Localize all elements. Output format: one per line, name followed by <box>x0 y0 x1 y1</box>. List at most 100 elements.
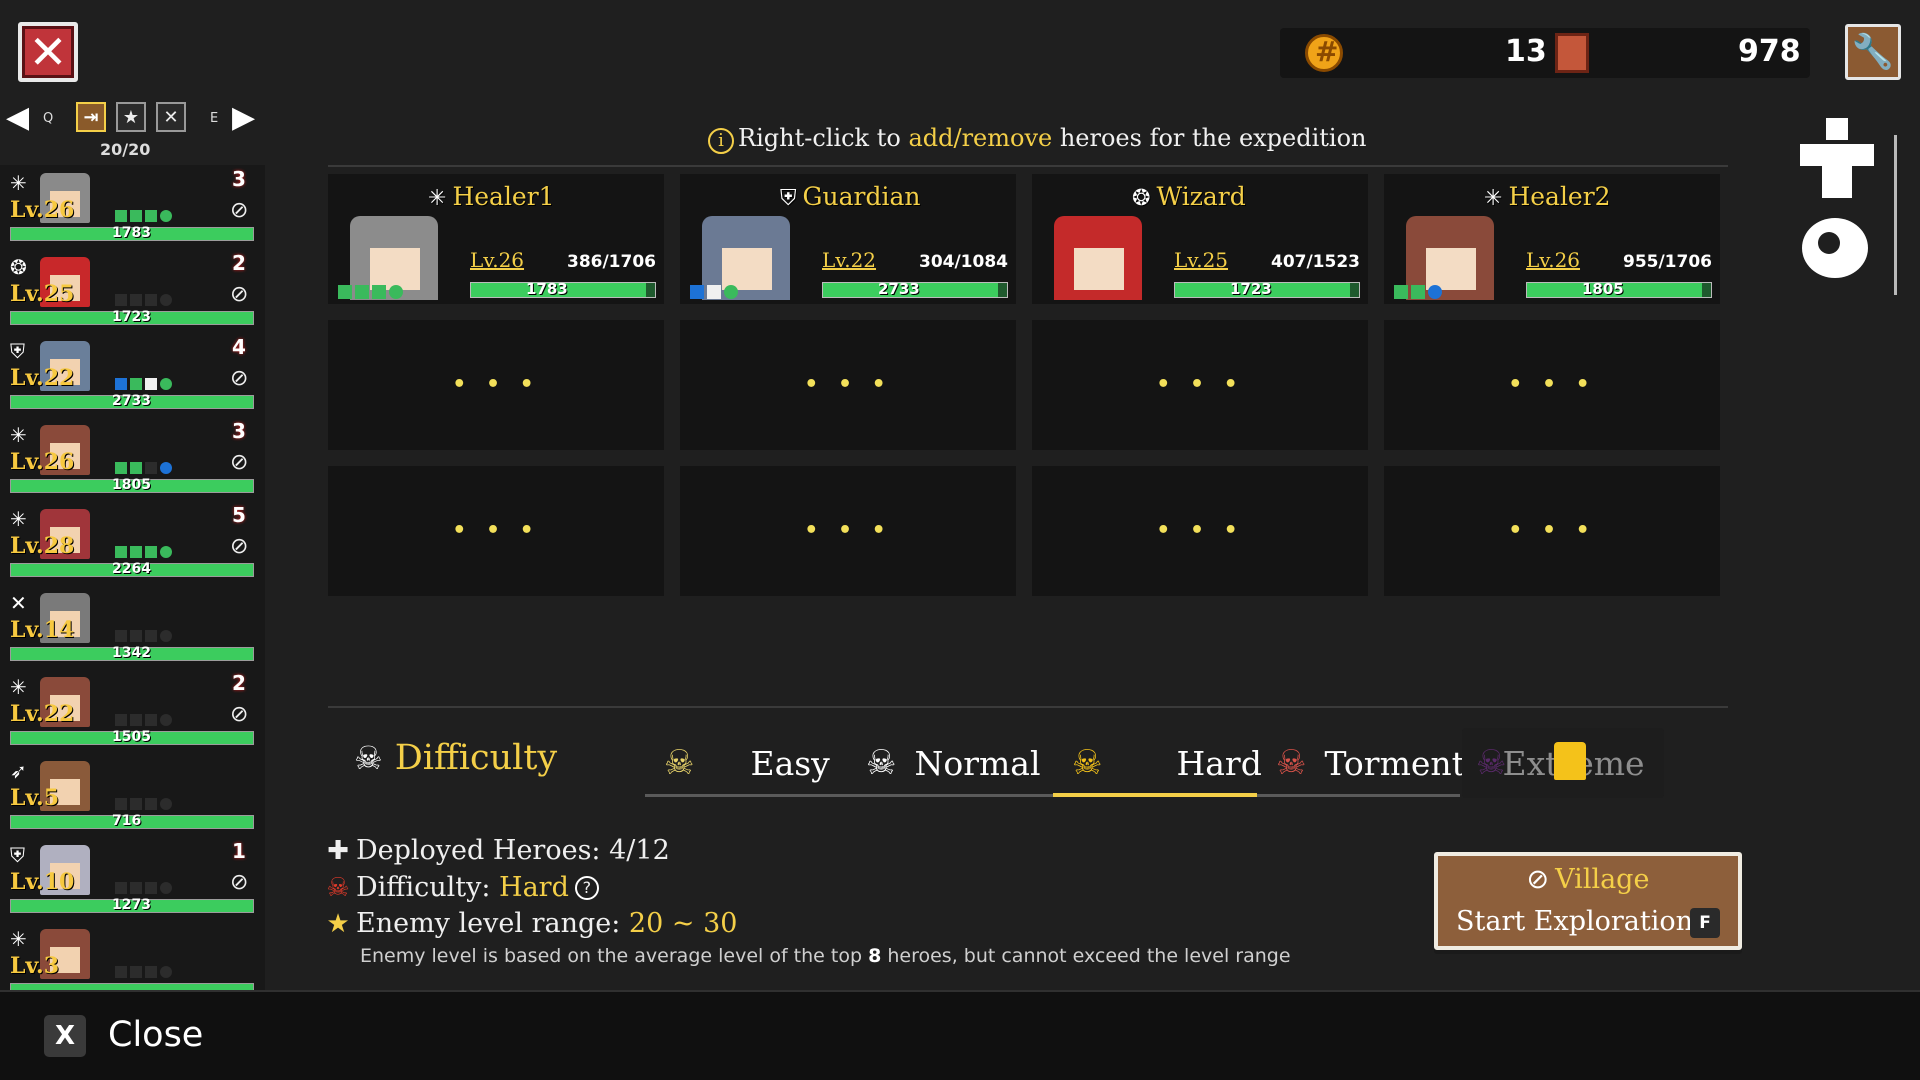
hero-level: Lv.26 <box>1526 248 1581 272</box>
empty-party-slot[interactable]: • • • <box>1384 466 1720 596</box>
info-icon: i <box>708 128 734 154</box>
tab-normal[interactable]: ☠ Normal <box>852 728 1055 798</box>
skill-pip <box>145 882 157 894</box>
hero-level: Lv.26 <box>470 248 525 272</box>
compass-icon: ⊘ <box>230 282 249 307</box>
hero-roster-list[interactable]: ✳ Lv.26 3 ⊘ 1783 ❂ Lv.25 2 ⊘ 1723 ⛨ Lv.2… <box>0 165 265 990</box>
empty-slot-dots: • • • <box>804 372 892 397</box>
tab-extreme[interactable]: ☠Extreme <box>1462 728 1664 798</box>
roster-row[interactable]: ✳ Lv.26 3 ⊘ 1783 <box>0 165 265 249</box>
skill-pip <box>130 378 142 390</box>
class-icon: ⛨ <box>780 186 797 211</box>
x-icon: ✕ <box>163 106 179 128</box>
skill-pips <box>115 459 175 478</box>
empty-party-slot[interactable]: • • • <box>328 320 664 450</box>
skill-pip <box>115 714 127 726</box>
roster-row[interactable]: ✳ Lv.28 5 ⊘ 2264 <box>0 501 265 585</box>
tab-hard[interactable]: ☠ Hard <box>1058 728 1276 798</box>
filter-favorite-button[interactable]: ★ <box>116 102 146 132</box>
prev-page-arrow-icon[interactable]: ◀ <box>6 100 29 135</box>
party-slot-healer1[interactable]: ✳ Healer1 Lv.26 386/1706 1783 <box>328 174 664 304</box>
sort-icon: ⇥ <box>83 106 99 128</box>
compass-icon: ⊘ <box>1526 864 1550 895</box>
hero-max-hp: 1723 <box>1230 280 1272 298</box>
skill-pips <box>338 284 406 303</box>
skill-pip <box>130 798 142 810</box>
roster-count: 20/20 <box>100 140 151 159</box>
skill-pip <box>1411 285 1425 299</box>
skill-pip <box>145 294 157 306</box>
close-label[interactable]: Close <box>108 1015 203 1055</box>
healer-icon: ✳ <box>10 171 27 195</box>
world-map-icon[interactable] <box>1802 218 1868 278</box>
skill-pip <box>115 210 127 222</box>
skill-pip <box>355 285 369 299</box>
skill-pip <box>115 798 127 810</box>
empty-party-slot[interactable]: • • • <box>680 466 1016 596</box>
healer-icon: ✳ <box>10 507 27 531</box>
expedition-hint: i Right-click to add/remove heroes for th… <box>708 124 1367 154</box>
close-key-hint[interactable]: X <box>44 1015 86 1057</box>
close-window-button[interactable]: ✕ <box>18 22 78 82</box>
skill-pip <box>160 378 172 390</box>
healer-icon: ✳ <box>10 423 27 447</box>
hero-level: Lv.22 <box>10 701 75 727</box>
hero-hp: 716 <box>112 813 142 829</box>
hero-level: Lv.22 <box>10 365 75 391</box>
compass-icon: ⊘ <box>230 702 249 727</box>
roster-row[interactable]: ❂ Lv.25 2 ⊘ 1723 <box>0 249 265 333</box>
class-icon: ✳ <box>1484 186 1503 211</box>
hero-badge: 4 <box>232 335 246 359</box>
roster-row[interactable]: ✕ Lv.14 1342 <box>0 585 265 669</box>
empty-slot-dots: • • • <box>804 518 892 543</box>
enemy-level-line: ★ Enemy level range: 20 ~ 30 <box>324 908 737 939</box>
hero-name: ❂ Wizard <box>1132 182 1246 211</box>
empty-party-slot[interactable]: • • • <box>1032 466 1368 596</box>
roster-row[interactable]: ✳ Lv.22 2 ⊘ 1505 <box>0 669 265 753</box>
compass-icon: ⊘ <box>230 366 249 391</box>
difficulty-line: ☠ Difficulty: Hard? <box>324 872 599 903</box>
coin-icon <box>1305 34 1343 72</box>
skill-pips <box>115 795 175 814</box>
skill-pip <box>160 462 172 474</box>
skill-pips <box>115 291 175 310</box>
roster-row[interactable]: ⛨ Lv.10 1 ⊘ 1273 <box>0 837 265 921</box>
hero-portrait <box>1054 216 1142 300</box>
party-slot-healer2[interactable]: ✳ Healer2 Lv.26 955/1706 1805 <box>1384 174 1720 304</box>
roster-row[interactable]: ✳ Lv.3 <box>0 921 265 990</box>
hero-name: ⛨ Guardian <box>780 182 921 211</box>
tab-easy[interactable]: ☠ Easy <box>650 728 844 798</box>
compass-icon: ⊘ <box>230 534 249 559</box>
tab-torment[interactable]: ☠ Torment <box>1262 728 1479 798</box>
skill-pip <box>145 630 157 642</box>
empty-slot-dots: • • • <box>1156 518 1244 543</box>
filter-clear-button[interactable]: ✕ <box>156 102 186 132</box>
start-exploration-button[interactable]: ⊘ Village Start Exploration F <box>1434 852 1742 950</box>
party-slot-wizard[interactable]: ❂ Wizard Lv.25 407/1523 1723 <box>1032 174 1368 304</box>
coin-count: 13 <box>1505 34 1547 69</box>
wrench-icon: 🔧 <box>1851 32 1895 72</box>
empty-party-slot[interactable]: • • • <box>680 320 1016 450</box>
empty-slot-dots: • • • <box>452 518 540 543</box>
deploy-person-icon[interactable] <box>1800 118 1874 198</box>
settings-wrench-button[interactable]: 🔧 <box>1845 24 1901 80</box>
skill-pips <box>690 284 741 303</box>
skill-pip <box>724 285 738 299</box>
hero-hp: 2264 <box>112 561 151 577</box>
roster-row[interactable]: ➶ Lv.5 716 <box>0 753 265 837</box>
empty-party-slot[interactable]: • • • <box>1032 320 1368 450</box>
filter-sort-button[interactable]: ⇥ <box>76 102 106 132</box>
skill-pip <box>130 546 142 558</box>
skill-pip <box>115 294 127 306</box>
empty-party-slot[interactable]: • • • <box>1384 320 1720 450</box>
skill-pips <box>115 963 175 982</box>
next-page-arrow-icon[interactable]: ▶ <box>232 100 255 135</box>
party-slot-guardian[interactable]: ⛨ Guardian Lv.22 304/1084 2733 <box>680 174 1016 304</box>
help-icon[interactable]: ? <box>574 876 599 900</box>
scrollbar[interactable] <box>1894 135 1897 295</box>
hero-hp: 1273 <box>112 897 151 913</box>
hero-name: ✳ Healer2 <box>1484 182 1611 211</box>
roster-row[interactable]: ✳ Lv.26 3 ⊘ 1805 <box>0 417 265 501</box>
empty-party-slot[interactable]: • • • <box>328 466 664 596</box>
roster-row[interactable]: ⛨ Lv.22 4 ⊘ 2733 <box>0 333 265 417</box>
